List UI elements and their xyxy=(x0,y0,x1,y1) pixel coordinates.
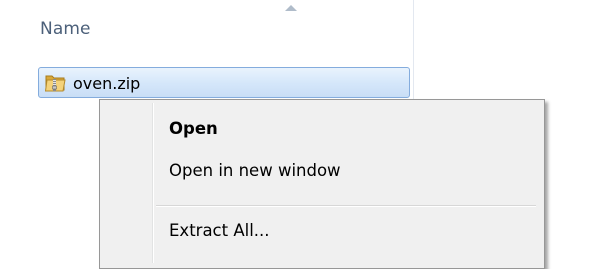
context-menu: Open Open in new window Extract All... xyxy=(99,99,545,269)
menu-separator xyxy=(156,205,536,207)
menu-item-extract-all[interactable]: Extract All... xyxy=(103,214,541,250)
file-row-selected[interactable]: oven.zip xyxy=(38,67,410,98)
menu-item-label: Extract All... xyxy=(169,221,270,240)
menu-item-label: Open xyxy=(169,119,218,138)
sort-ascending-icon xyxy=(285,5,297,11)
menu-item-label: Open in new window xyxy=(169,161,341,180)
column-header-name[interactable]: Name xyxy=(40,19,91,39)
zip-folder-icon xyxy=(45,75,66,92)
menu-item-open-in-new-window[interactable]: Open in new window xyxy=(103,154,541,190)
menu-item-open[interactable]: Open xyxy=(103,112,541,148)
file-name: oven.zip xyxy=(73,74,141,93)
column-header[interactable]: Name xyxy=(0,0,413,52)
